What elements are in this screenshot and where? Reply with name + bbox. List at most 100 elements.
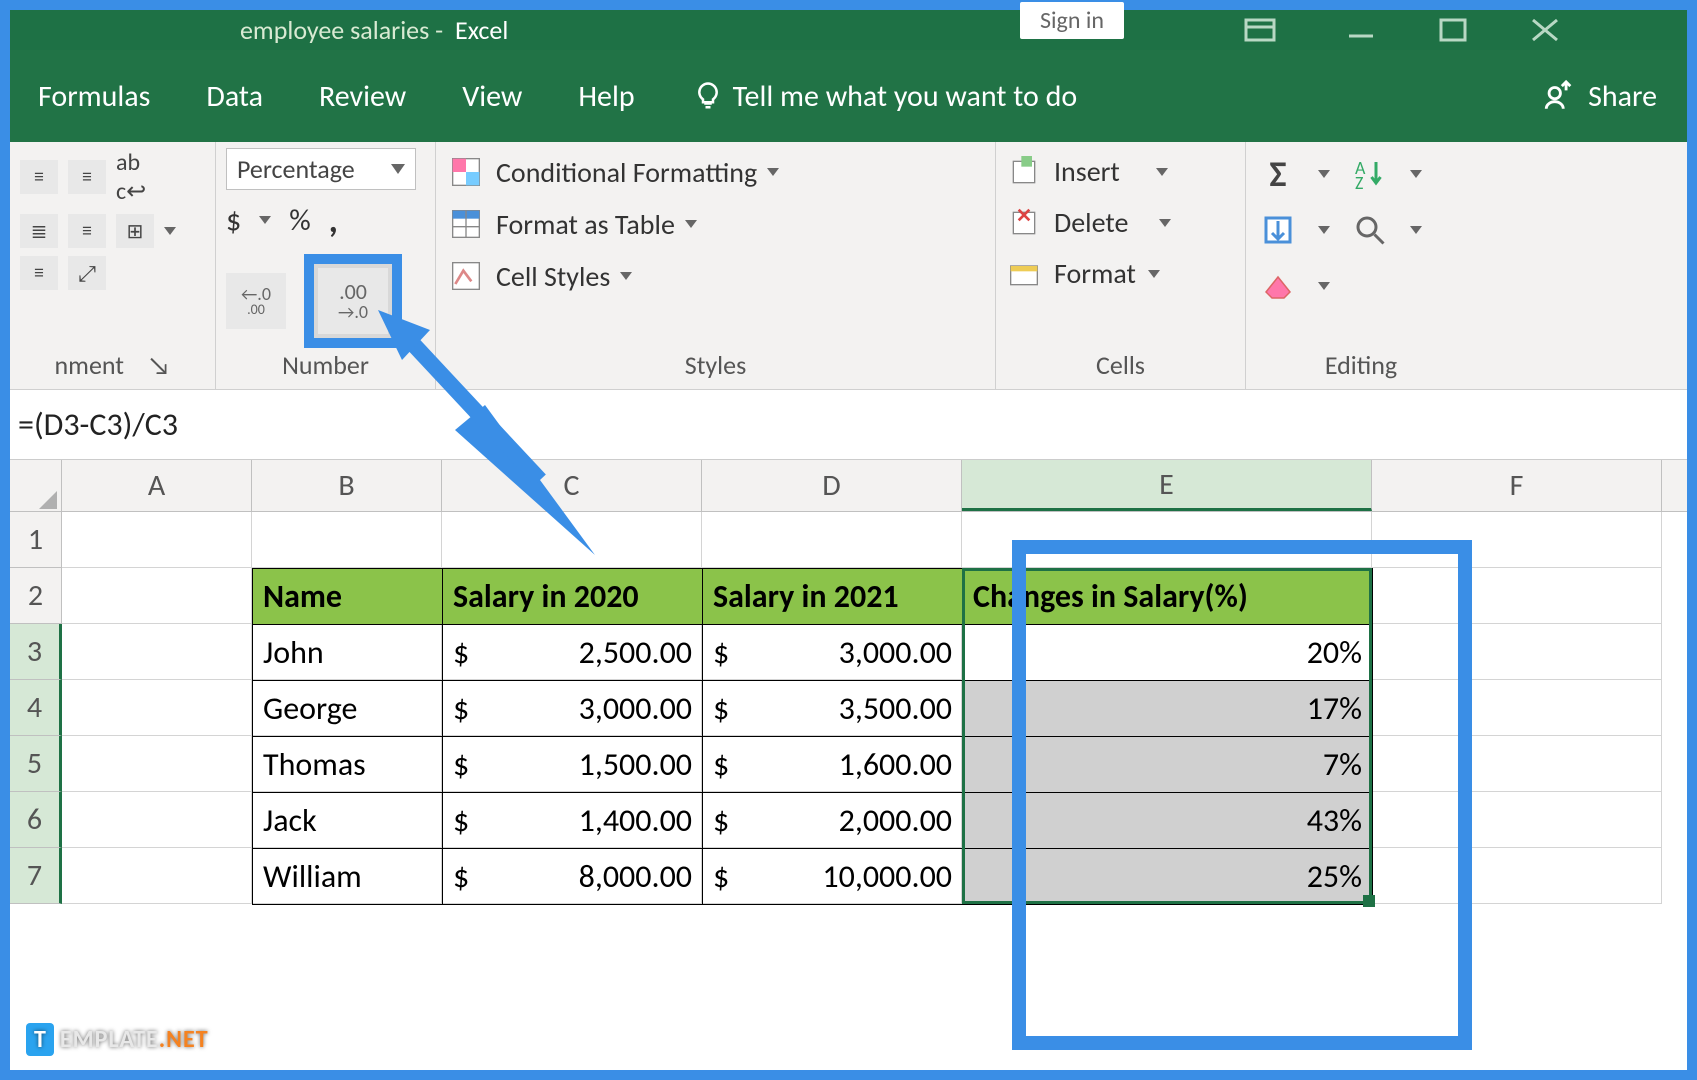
comma-button[interactable]: , (329, 198, 338, 242)
group-cells: Insert Delete Format Cells (996, 142, 1246, 389)
find-dropdown-icon[interactable] (1410, 226, 1422, 234)
header-changes[interactable]: Changes in Salary(%) (963, 569, 1373, 625)
maximize-icon[interactable] (1418, 10, 1488, 50)
tab-review[interactable]: Review (291, 78, 434, 115)
col-E[interactable]: E (962, 460, 1372, 511)
format-button[interactable]: Format (1006, 256, 1235, 291)
chevron-down-icon (1156, 168, 1168, 176)
cell-name[interactable]: Jack (253, 793, 443, 849)
table-row: William $8,000.00 $10,000.00 25% (253, 849, 1373, 905)
number-format-dropdown[interactable]: Percentage (226, 148, 416, 190)
merge-dropdown-icon[interactable] (164, 227, 176, 235)
sort-dropdown-icon[interactable] (1410, 170, 1422, 178)
cell-styles-button[interactable]: Cell Styles (446, 258, 985, 294)
format-icon (1006, 258, 1042, 290)
delete-icon (1006, 207, 1042, 239)
fill-button[interactable] (1256, 210, 1300, 250)
currency-dropdown-icon[interactable] (259, 216, 271, 224)
tell-me-search[interactable]: Tell me what you want to do (693, 78, 1078, 115)
cell-pct[interactable]: 20% (963, 625, 1373, 681)
col-A[interactable]: A (62, 460, 252, 511)
find-button[interactable] (1348, 210, 1392, 250)
col-D[interactable]: D (702, 460, 962, 511)
row-6[interactable]: 6 (10, 792, 62, 848)
row-3[interactable]: 3 (10, 624, 62, 680)
cell-salary2020[interactable]: $1,400.00 (443, 793, 703, 849)
cell-salary2021[interactable]: $2,000.00 (703, 793, 963, 849)
app-frame: employee salaries - Excel Sign in Formul… (0, 0, 1697, 1080)
cell-pct[interactable]: 25% (963, 849, 1373, 905)
chevron-down-icon (685, 220, 697, 228)
watermark: T EMPLATE.NET (26, 1023, 209, 1056)
cell-salary2020[interactable]: $3,000.00 (443, 681, 703, 737)
row-7[interactable]: 7 (10, 848, 62, 904)
cell-salary2020[interactable]: $2,500.00 (443, 625, 703, 681)
align-left-icon[interactable]: ≡ (20, 160, 58, 194)
cell-pct[interactable]: 17% (963, 681, 1373, 737)
tab-view[interactable]: View (434, 78, 550, 115)
data-table: Name Salary in 2020 Salary in 2021 Chang… (252, 568, 1373, 905)
row-2[interactable]: 2 (10, 568, 62, 624)
ribbon: ≡ ≡ abc↩ ≣ ≡ ⊞ ≡ ⤢ nment ↘ Percentage (10, 142, 1687, 390)
col-F[interactable]: F (1372, 460, 1662, 511)
orientation-icon[interactable]: ⤢ (68, 256, 106, 290)
signin-button[interactable]: Sign in (1020, 2, 1124, 39)
tab-data[interactable]: Data (178, 78, 291, 115)
cell-pct[interactable]: 7% (963, 737, 1373, 793)
increase-decimal-button[interactable]: ←.0.00 (226, 273, 286, 329)
table-header-row: Name Salary in 2020 Salary in 2021 Chang… (253, 569, 1373, 625)
cell-salary2021[interactable]: $3,500.00 (703, 681, 963, 737)
align-right-icon[interactable]: ≡ (20, 256, 58, 290)
autosum-dropdown-icon[interactable] (1318, 170, 1330, 178)
percent-button[interactable]: % (289, 202, 310, 239)
cell-name[interactable]: Thomas (253, 737, 443, 793)
autosum-button[interactable]: Σ (1256, 154, 1300, 194)
formula-bar[interactable]: =(D3-C3)/C3 (10, 390, 1687, 460)
fill-dropdown-icon[interactable] (1318, 226, 1330, 234)
col-B[interactable]: B (252, 460, 442, 511)
ribbon-options-icon[interactable] (1225, 10, 1295, 50)
header-salary-2020[interactable]: Salary in 2020 (443, 569, 703, 625)
clear-button[interactable] (1256, 266, 1300, 306)
row-1[interactable]: 1 (10, 512, 62, 568)
share-button[interactable]: Share (1542, 78, 1657, 115)
header-salary-2021[interactable]: Salary in 2021 (703, 569, 963, 625)
cells-area[interactable]: Name Salary in 2020 Salary in 2021 Chang… (62, 512, 1662, 904)
col-C[interactable]: C (442, 460, 702, 511)
sort-filter-button[interactable]: AZ (1348, 154, 1392, 194)
cell-salary2021[interactable]: $1,600.00 (703, 737, 963, 793)
cell-name[interactable]: John (253, 625, 443, 681)
minimize-icon[interactable] (1326, 10, 1396, 50)
decrease-decimal-button[interactable]: .00 →.0 (318, 268, 388, 334)
currency-button[interactable]: $ (226, 202, 241, 239)
cell-pct[interactable]: 43% (963, 793, 1373, 849)
merge-icon[interactable]: ⊞ (116, 214, 154, 248)
insert-button[interactable]: Insert (1006, 154, 1235, 189)
lightbulb-icon (693, 81, 723, 111)
align-center-icon[interactable]: ≡ (68, 160, 106, 194)
row-5[interactable]: 5 (10, 736, 62, 792)
ribbon-tabs: Formulas Data Review View Help Tell me w… (10, 50, 1687, 142)
row-4[interactable]: 4 (10, 680, 62, 736)
tab-help[interactable]: Help (550, 78, 662, 115)
cell-salary2020[interactable]: $1,500.00 (443, 737, 703, 793)
header-name[interactable]: Name (253, 569, 443, 625)
conditional-formatting-button[interactable]: Conditional Formatting (446, 154, 985, 190)
chevron-down-icon (767, 168, 779, 176)
tab-formulas[interactable]: Formulas (10, 78, 178, 115)
select-all-corner[interactable] (10, 460, 62, 511)
worksheet-grid: A B C D E F 1 2 3 4 5 6 7 (10, 460, 1687, 904)
cell-salary2021[interactable]: $3,000.00 (703, 625, 963, 681)
align-left2-icon[interactable]: ≣ (20, 214, 58, 248)
format-as-table-button[interactable]: Format as Table (446, 206, 985, 242)
cell-name[interactable]: George (253, 681, 443, 737)
cell-salary2021[interactable]: $10,000.00 (703, 849, 963, 905)
clear-dropdown-icon[interactable] (1318, 282, 1330, 290)
delete-button[interactable]: Delete (1006, 205, 1235, 240)
close-icon[interactable] (1510, 10, 1580, 50)
cell-salary2020[interactable]: $8,000.00 (443, 849, 703, 905)
cell-name[interactable]: William (253, 849, 443, 905)
align-center2-icon[interactable]: ≡ (68, 214, 106, 248)
editing-label: Editing (1246, 349, 1476, 381)
wrap-text-icon[interactable]: abc↩ (116, 148, 146, 206)
